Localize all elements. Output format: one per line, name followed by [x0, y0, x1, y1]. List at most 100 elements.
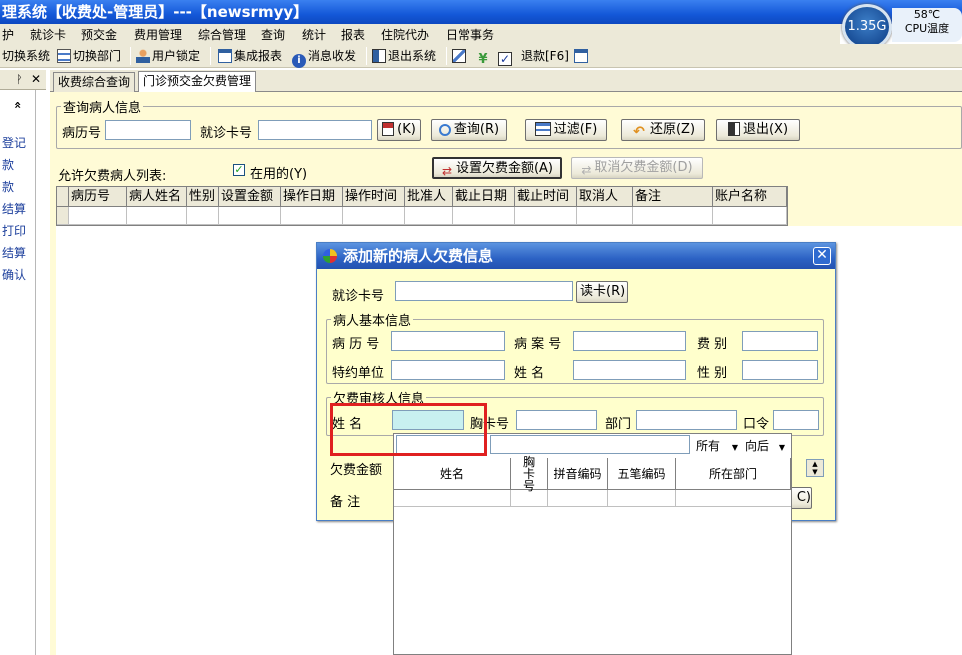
integrated-report-button[interactable]: 集成报表 — [218, 47, 282, 65]
card-no-input[interactable] — [258, 120, 372, 140]
lookup-header-dept[interactable]: 所在部门 — [676, 458, 791, 490]
grid-cell[interactable] — [577, 207, 633, 225]
lookup-row[interactable] — [394, 490, 791, 507]
grid-header-amount[interactable]: 设置金额 — [219, 187, 281, 207]
collapse-icon[interactable]: « — [11, 101, 25, 109]
menu-statistics[interactable]: 统计 — [302, 26, 326, 43]
grid-cell[interactable] — [713, 207, 787, 225]
restore-button[interactable]: ↶ 还原(Z) — [621, 119, 705, 141]
tab-fee-query[interactable]: 收费综合查询 — [53, 72, 136, 92]
left-link-print[interactable]: 打印 — [2, 222, 26, 239]
dialog-close-button[interactable]: ✕ — [813, 247, 831, 265]
grid-cell[interactable] — [633, 207, 713, 225]
lookup-col-divider — [607, 490, 608, 506]
search-button[interactable]: 查询(R) — [431, 119, 507, 141]
grid-cell[interactable] — [281, 207, 343, 225]
dropdown-arrow-icon: ▼ — [778, 443, 785, 452]
grid-cell[interactable] — [453, 207, 515, 225]
patient-fee-type-label: 费 别 — [697, 337, 728, 352]
grid-header-due-time[interactable]: 截止时间 — [515, 187, 577, 207]
menu-inpatient-agent[interactable]: 住院代办 — [381, 26, 429, 43]
dialog-title-bar[interactable]: 添加新的病人欠费信息 — [317, 243, 835, 269]
refund-button[interactable]: 退款[F6] — [521, 47, 569, 65]
grid-header-due-date[interactable]: 截止日期 — [453, 187, 515, 207]
left-link-pay-2[interactable]: 款 — [2, 178, 14, 195]
grid-header-canceller[interactable]: 取消人 — [577, 187, 633, 207]
menu-maintain[interactable]: 护 — [2, 26, 14, 43]
grid-header-approver[interactable]: 批准人 — [405, 187, 453, 207]
exit-button[interactable]: 退出(X) — [716, 119, 800, 141]
approver-password-input[interactable] — [773, 410, 819, 430]
lookup-header-wubi[interactable]: 五笔编码 — [608, 458, 676, 490]
grid-header-remark[interactable]: 备注 — [633, 187, 713, 207]
grid-cell[interactable] — [69, 207, 127, 225]
patient-name-input[interactable] — [573, 360, 686, 380]
check-button[interactable]: ✓ — [498, 47, 514, 66]
grid-header-op-time[interactable]: 操作时间 — [343, 187, 405, 207]
amount-spinner[interactable]: ▲ ▼ — [806, 459, 824, 477]
patient-record-no-label: 病 历 号 — [332, 337, 380, 352]
left-link-settle-1[interactable]: 结算 — [2, 200, 26, 217]
grid-cell[interactable] — [187, 207, 219, 225]
left-link-pay-1[interactable]: 款 — [2, 156, 14, 173]
grid-header-gender[interactable]: 性别 — [187, 187, 219, 207]
grid-header-account[interactable]: 账户名称 — [713, 187, 787, 207]
grid-cell[interactable] — [219, 207, 281, 225]
toolbar: 切换系统 切换部门 用户锁定 集成报表 i 消息收发 退出系统 ¥ ✓ 退款[F6… — [0, 44, 962, 68]
read-card-button[interactable]: (K) — [377, 119, 421, 141]
grid-cell[interactable] — [343, 207, 405, 225]
edit-button[interactable] — [452, 47, 468, 65]
dialog-read-card-button[interactable]: 读卡(R) — [576, 281, 628, 303]
match-mode-select[interactable]: 所有 ▼ — [696, 437, 738, 454]
match-position-select[interactable]: 向后 ▼ — [745, 437, 785, 454]
currency-button[interactable]: ¥ — [476, 47, 492, 67]
grid-row-header[interactable] — [57, 207, 69, 225]
switch-dept-button[interactable]: 切换部门 — [57, 47, 121, 65]
switch-system-button[interactable]: 切换系统 — [2, 47, 50, 65]
exit-system-button[interactable]: 退出系统 — [372, 47, 436, 65]
menu-prepay[interactable]: 预交金 — [81, 26, 117, 43]
message-button[interactable]: i 消息收发 — [292, 47, 356, 68]
menu-fee-management[interactable]: 费用管理 — [134, 26, 182, 43]
record-no-input[interactable] — [105, 120, 191, 140]
patient-record-no-input[interactable] — [391, 331, 505, 351]
menu-card[interactable]: 就诊卡 — [30, 26, 66, 43]
cpu-temp-widget[interactable]: 58℃ CPU温度 — [892, 8, 962, 42]
menu-general-management[interactable]: 综合管理 — [198, 26, 246, 43]
menu-query[interactable]: 查询 — [261, 26, 285, 43]
patient-gender-input[interactable] — [742, 360, 818, 380]
lookup-header-badge[interactable]: 胸卡号 — [511, 456, 548, 492]
left-link-register[interactable]: 登记 — [2, 134, 26, 151]
lookup-filter-input[interactable] — [490, 435, 690, 454]
cpu-temp-value: 58℃ — [913, 8, 941, 21]
patient-fee-type-input[interactable] — [742, 331, 818, 351]
lookup-header-name[interactable]: 姓名 — [394, 458, 511, 490]
grid-header-name[interactable]: 病人姓名 — [127, 187, 187, 207]
left-link-settle-2[interactable]: 结算 — [2, 244, 26, 261]
grid-cell[interactable] — [515, 207, 577, 225]
swap-icon: ⇄ — [581, 163, 592, 177]
menu-reports[interactable]: 报表 — [341, 26, 365, 43]
filter-button[interactable]: 过滤(F) — [525, 119, 607, 141]
grid-cell[interactable] — [127, 207, 187, 225]
grid-header-op-date[interactable]: 操作日期 — [281, 187, 343, 207]
grid-cell[interactable] — [405, 207, 453, 225]
approver-dept-input[interactable] — [636, 410, 737, 430]
menu-daily-affairs[interactable]: 日常事务 — [446, 26, 494, 43]
left-link-confirm[interactable]: 确认 — [2, 266, 26, 283]
in-use-checkbox[interactable]: ✓ — [233, 164, 245, 176]
patient-case-no-input[interactable] — [573, 331, 686, 351]
lock-user-button[interactable]: 用户锁定 — [136, 47, 200, 65]
grid-header-record-no[interactable]: 病历号 — [69, 187, 127, 207]
form-button[interactable] — [574, 47, 590, 65]
pin-icon[interactable]: ᚹ — [16, 73, 23, 86]
patient-unit-input[interactable] — [391, 360, 505, 380]
set-arrears-button[interactable]: ⇄ 设置欠费金额(A) — [432, 157, 562, 179]
match-position-value: 向后 — [745, 439, 770, 453]
cancel-arrears-button[interactable]: ⇄ 取消欠费金额(D) — [571, 157, 703, 179]
approver-badge-input[interactable] — [516, 410, 597, 430]
close-icon[interactable]: ✕ — [31, 72, 41, 86]
tab-prepay-arrears[interactable]: 门诊预交金欠费管理 — [138, 71, 257, 93]
dialog-card-no-input[interactable] — [395, 281, 573, 301]
lookup-header-pinyin[interactable]: 拼音编码 — [548, 458, 608, 490]
